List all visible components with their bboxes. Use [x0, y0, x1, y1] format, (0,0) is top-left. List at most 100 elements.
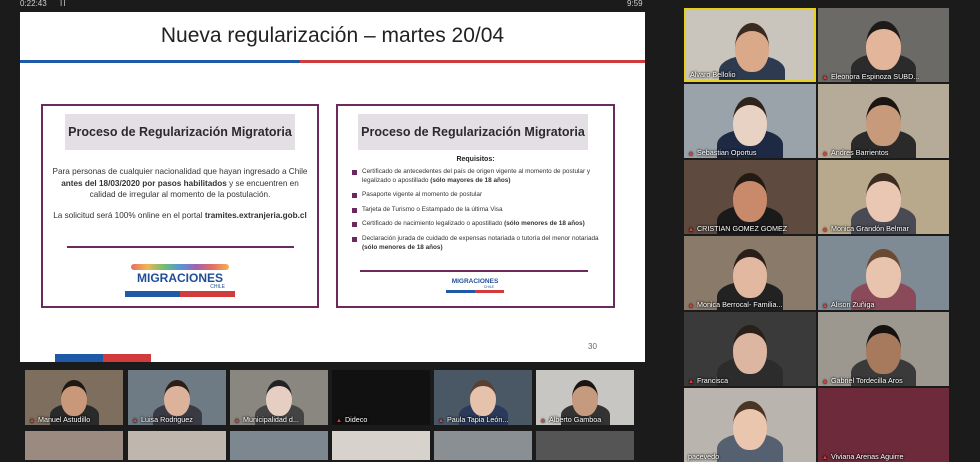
muted-mic-icon: ▲: [822, 75, 828, 81]
regularization-info-card: Proceso de Regularización Migratoria Par…: [41, 104, 319, 308]
participant-video-face: [866, 173, 901, 223]
requirement-item: Pasaporte vigente al momento de postular: [352, 191, 602, 200]
slide-title: Nueva regularización – martes 20/04: [160, 24, 505, 47]
participant-name: Municipalidad d...: [242, 415, 299, 424]
participant-tile[interactable]: ▲ Andres Barrientos: [818, 84, 949, 158]
card-heading: Proceso de Regularización Migratoria: [358, 114, 588, 150]
participant-name: Alberto Gamboa: [548, 415, 602, 424]
muted-mic-icon: ▲: [336, 418, 342, 424]
muted-mic-icon: ▲: [688, 379, 694, 385]
participant-name-label: ▲ CRISTIAN GOMEZ GOMEZ: [688, 224, 787, 233]
participant-video-face: [732, 249, 768, 299]
participant-tile[interactable]: ▲ Monica Berrocal- Familia...: [684, 236, 816, 310]
participant-name: Andres Barrientos: [830, 148, 889, 157]
participant-tile[interactable]: ▲ Alberto Gamboa: [536, 370, 634, 425]
participant-tile-partial[interactable]: [230, 431, 328, 460]
logo-flag-bar: [125, 291, 235, 297]
participant-tile[interactable]: ▲ Viviana Arenas Aguirre: [818, 388, 949, 462]
participant-video-face: [266, 379, 292, 417]
participant-name-label: ▲ Sebastian Oportus: [688, 148, 757, 157]
participant-tile[interactable]: ▲ Monica Grandón Belmar: [818, 160, 949, 234]
requirement-note: (sólo menores de 18 años): [362, 243, 443, 251]
slide-bottom-flag-bar: [55, 354, 151, 362]
meeting-top-bar: 0:22:43 II 9:59: [0, 0, 660, 10]
participant-name: Dideco: [344, 415, 368, 424]
requirement-text: Certificado de nacimiento legalizado o a…: [362, 220, 505, 228]
participant-tile[interactable]: Alvaro Bellolio: [684, 8, 816, 82]
requirements-list: Certificado de antecedentes del país de …: [352, 168, 602, 258]
participant-name-label: ▲ Francisca: [688, 376, 728, 385]
participant-name: CRISTIAN GOMEZ GOMEZ: [696, 224, 788, 233]
participant-tile-partial[interactable]: [128, 431, 226, 460]
logo-wordmark: MIGRACIONES: [136, 271, 223, 285]
participant-tile-partial[interactable]: [434, 431, 532, 460]
participant-video-face: [164, 379, 190, 417]
participant-name-label: ▲ Dideco: [336, 415, 367, 424]
logo-decoration: [131, 264, 229, 270]
participant-tile-partial[interactable]: [332, 431, 430, 460]
muted-mic-icon: ▲: [29, 418, 35, 424]
participant-name-label: ▲ Luisa Rodriguez: [132, 415, 193, 424]
muted-mic-icon: ▲: [822, 151, 828, 157]
participant-tile[interactable]: ▲ Municipalidad d...: [230, 370, 328, 425]
portal-text-part: La solicitud será 100% online en el port…: [53, 211, 205, 220]
muted-mic-icon: ▲: [822, 227, 828, 233]
participant-tile[interactable]: pacevedo: [684, 388, 816, 462]
requirements-title: Requisitos:: [456, 156, 495, 163]
participant-name-label: ▲ Andres Barrientos: [822, 148, 888, 157]
participant-video-face: [732, 325, 768, 375]
participant-name-label: ▲ Manuel Astudillo: [29, 415, 90, 424]
participant-video-face: [734, 23, 770, 73]
participant-video-face: [61, 379, 87, 417]
pause-icon[interactable]: II: [60, 0, 66, 8]
participant-video-face: [732, 173, 768, 223]
participant-name: Alvaro Bellolio: [690, 70, 736, 79]
requirement-text: Tarjeta de Turismo o Estampado de la últ…: [362, 205, 503, 213]
elapsed-time: 0:22:43: [20, 0, 47, 8]
participant-tile[interactable]: ▲ Eleonora Espinoza SUBD...: [818, 8, 949, 82]
participant-tile-partial[interactable]: [25, 431, 123, 460]
participant-tile[interactable]: ▲ Dideco: [332, 370, 430, 425]
logo-country: CHILE: [483, 285, 494, 289]
card-divider: [360, 270, 588, 272]
participant-name-label: ▲ Paula Tapia León...: [438, 415, 508, 424]
participant-tile[interactable]: ▲ Luisa Rodriguez: [128, 370, 226, 425]
muted-mic-icon: ▲: [822, 379, 828, 385]
portal-url: tramites.extranjeria.gob.cl: [204, 211, 307, 220]
requirement-note: (sólo mayores de 18 años): [430, 176, 511, 184]
participant-tile[interactable]: ▲ Manuel Astudillo: [25, 370, 123, 425]
participant-name: Paula Tapia León...: [446, 415, 509, 424]
participant-tile[interactable]: ▲ Paula Tapia León...: [434, 370, 532, 425]
muted-mic-icon: ▲: [822, 455, 828, 461]
eligibility-text-part: Para personas de cualquier nacionalidad …: [52, 167, 308, 176]
participant-name-label: ▲ Alberto Gamboa: [540, 415, 601, 424]
participant-tile[interactable]: ▲ Alison Zuñiga: [818, 236, 949, 310]
requirement-note: (sólo menores de 18 años): [504, 220, 585, 228]
participant-video-face: [572, 379, 598, 417]
muted-mic-icon: ▲: [688, 151, 694, 157]
participant-video-face: [470, 379, 496, 417]
participant-name-label: ▲ Gabriel Tordecilla Aros: [822, 376, 903, 385]
participant-video-face: [866, 97, 901, 147]
participant-tile[interactable]: ▲ Francisca: [684, 312, 816, 386]
participant-name-label: ▲ Monica Grandón Belmar: [822, 224, 909, 233]
participant-tile[interactable]: ▲ Gabriel Tordecilla Aros: [818, 312, 949, 386]
participant-tile[interactable]: ▲ CRISTIAN GOMEZ GOMEZ: [684, 160, 816, 234]
requirement-text: Declaración jurada de cuidado de expensa…: [362, 234, 599, 242]
requirements-card: Proceso de Regularización Migratoria Req…: [336, 104, 615, 308]
portal-text: La solicitud será 100% online en el port…: [49, 210, 311, 222]
participant-name: Sebastian Oportus: [696, 148, 757, 157]
participant-name-label: ▲ Alison Zuñiga: [822, 300, 875, 309]
participant-video-face: [866, 325, 901, 375]
logo-flag-bar: [446, 290, 504, 293]
requirement-item: Declaración jurada de cuidado de expensa…: [352, 235, 602, 252]
muted-mic-icon: ▲: [234, 418, 240, 424]
participant-tile[interactable]: ▲ Sebastian Oportus: [684, 84, 816, 158]
slide-top-stripe-blue: [20, 60, 300, 63]
muted-mic-icon: ▲: [822, 303, 828, 309]
requirement-item: Tarjeta de Turismo o Estampado de la últ…: [352, 206, 602, 215]
eligibility-text: Para personas de cualquier nacionalidad …: [49, 166, 311, 201]
participant-tile-partial[interactable]: [536, 431, 634, 460]
requirement-item: Certificado de antecedentes del país de …: [352, 168, 602, 185]
eligibility-date-text: antes del 18/03/2020 por pasos habilitad…: [61, 178, 227, 188]
